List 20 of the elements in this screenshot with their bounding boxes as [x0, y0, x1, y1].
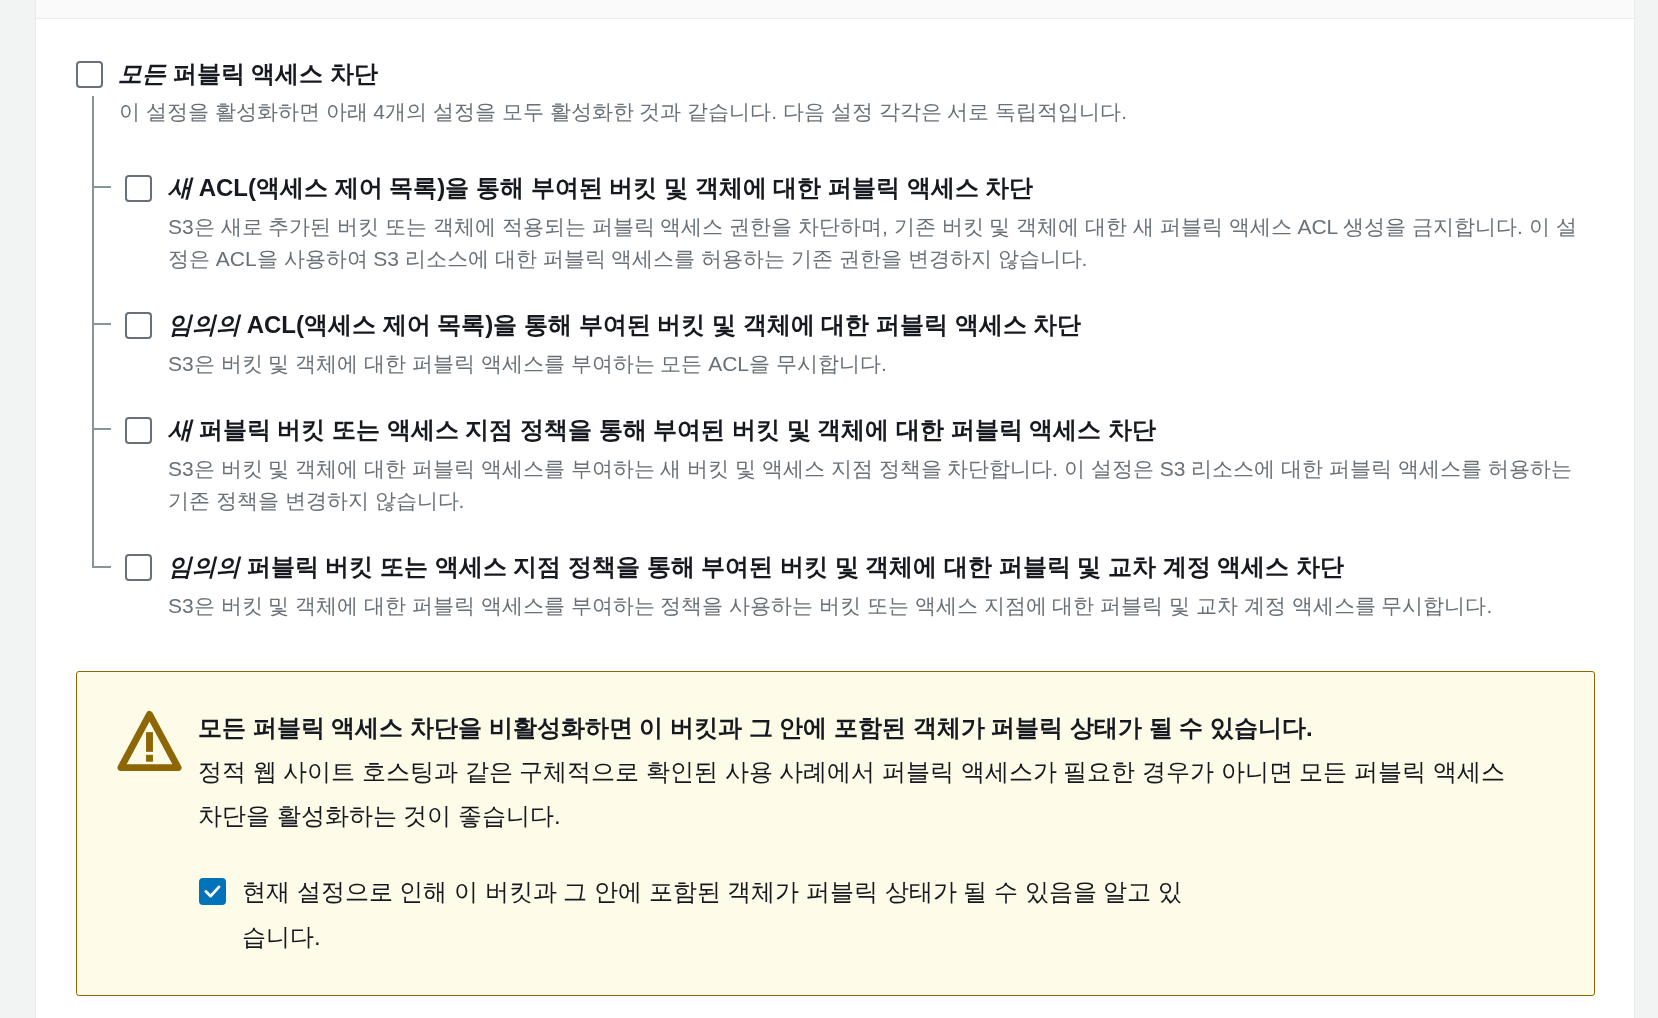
option-label: 새 퍼블릭 버킷 또는 액세스 지점 정책을 통해 부여된 버킷 및 객체에 대한 퍼블릭 액세스 차단 [168, 415, 1158, 445]
checkbox[interactable] [76, 60, 103, 88]
option-description: S3은 버킷 및 객체에 대한 퍼블릭 액세스를 부여하는 모든 ACL을 무시합니다. [168, 351, 888, 377]
option-label: 모든 퍼블릭 액세스 차단 [118, 59, 378, 89]
warning-message: 정적 웹 사이트 호스팅과 같은 구체적으로 확인된 사용 사례에서 퍼블릭 액세스가 필요한 경우가 아니면 모든 퍼블릭 액세스 차단을 활성화하는 것이 좋습니다. [198, 757, 1506, 831]
checkmark-icon [204, 885, 221, 898]
checkbox[interactable] [125, 174, 152, 202]
checkbox[interactable] [125, 553, 152, 581]
option-label: 임의의 퍼블릭 버킷 또는 액세스 지점 정책을 통해 부여된 버킷 및 객체에 대한 퍼블릭 및 교차 계정 액세스 차단 [168, 552, 1346, 582]
option-label: 새 ACL(액세스 제어 목록)을 통해 부여된 버킷 및 객체에 대한 퍼블릭 액세스 차단 [168, 173, 1035, 203]
option-description: S3은 새로 추가된 버킷 또는 객체에 적용되는 퍼블릭 액세스 권한을 차단하며, 기존 버킷 및 객체에 대한 새 퍼블릭 액세스 ACL 생성을 금지합니다. 이 설정은 ACL을 사용하여 S3 리소스에 대한 퍼블릭 액세스를 허용하는 기존 권한을 변경하지 않습니다. [168, 214, 1578, 272]
checkbox[interactable] [199, 878, 226, 905]
option-description: S3은 버킷 및 객체에 대한 퍼블릭 액세스를 부여하는 새 버킷 및 액세스 지점 정책을 차단합니다. 이 설정은 S3 리소스에 대한 퍼블릭 액세스를 허용하는 기존 정책을 변경하지 않습니다. [168, 456, 1573, 514]
option-description: 이 설정을 활성화하면 아래 4개의 설정을 모두 활성화한 것과 같습니다. 다음 설정 각각은 서로 독립적입니다. [119, 99, 1129, 125]
checkbox[interactable] [125, 416, 152, 444]
option-description: S3은 버킷 및 객체에 대한 퍼블릭 액세스를 부여하는 정책을 사용하는 버킷 또는 액세스 지점에 대한 퍼블릭 및 교차 계정 액세스를 무시합니다. [168, 593, 1494, 619]
option-label: 임의의 ACL(액세스 제어 목록)을 통해 부여된 버킷 및 객체에 대한 퍼블릭 액세스 차단 [168, 310, 1083, 340]
checkbox[interactable] [125, 311, 152, 339]
warning-title: 모든 퍼블릭 액세스 차단을 비활성화하면 이 버킷과 그 안에 포함된 객체가 퍼블릭 상태가 될 수 있습니다. [198, 713, 1314, 743]
checkbox-label: 현재 설정으로 인해 이 버킷과 그 안에 포함된 객체가 퍼블릭 상태가 될 수 있음을 알고 있습니다. [242, 877, 1184, 952]
